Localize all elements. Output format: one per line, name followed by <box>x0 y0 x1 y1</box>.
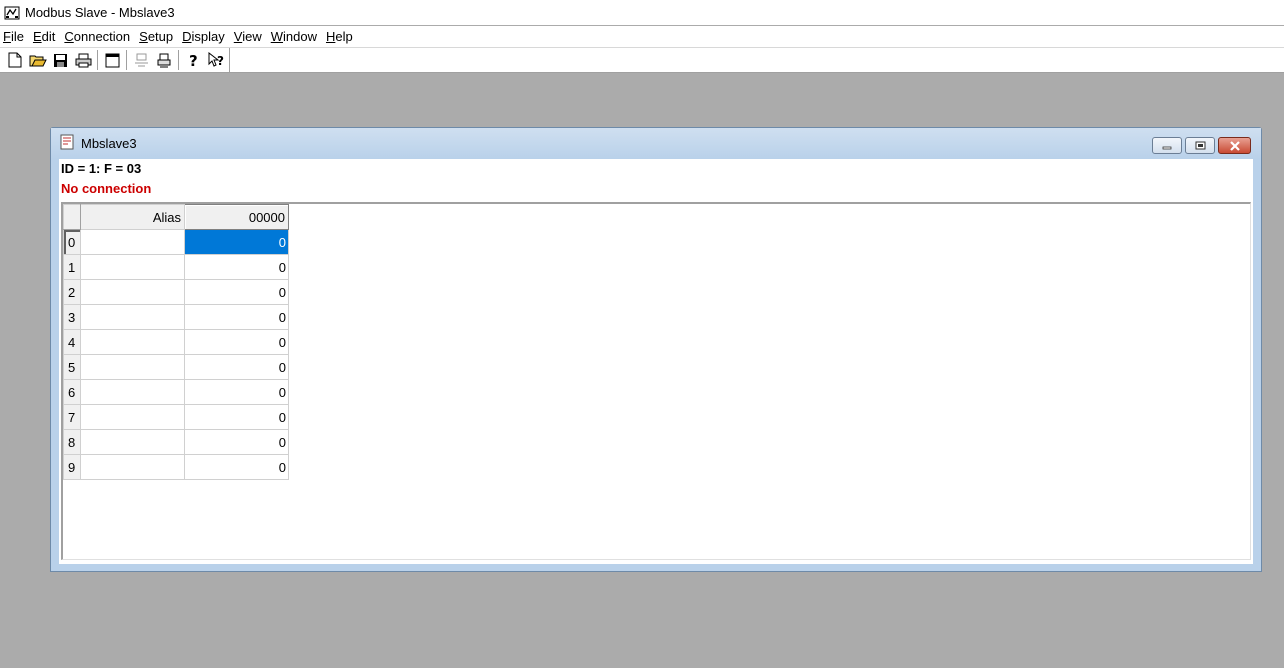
table-row: 1 0 <box>63 254 289 280</box>
toolbar-separator <box>97 50 99 70</box>
table-row: 7 0 <box>63 404 289 430</box>
close-icon <box>1229 140 1240 151</box>
svg-text:?: ? <box>189 52 198 68</box>
alias-cell[interactable] <box>80 254 185 280</box>
window-controls <box>1149 137 1251 154</box>
value-cell[interactable]: 0 <box>184 304 289 330</box>
minimize-icon <box>1162 146 1172 149</box>
row-header[interactable]: 1 <box>63 254 81 280</box>
menubar: File Edit Connection Setup Display View … <box>0 26 1284 48</box>
table-row: 6 0 <box>63 379 289 405</box>
value-cell[interactable]: 0 <box>184 404 289 430</box>
alias-cell[interactable] <box>80 229 185 255</box>
row-header[interactable]: 7 <box>63 404 81 430</box>
open-folder-icon[interactable] <box>26 49 49 71</box>
table-row: 4 0 <box>63 329 289 355</box>
child-window-title: Mbslave3 <box>81 136 137 151</box>
column-header-address[interactable]: 00000 <box>184 204 289 230</box>
context-help-icon[interactable]: ? <box>205 49 228 71</box>
value-cell[interactable]: 0 <box>184 379 289 405</box>
value-cell[interactable]: 0 <box>184 354 289 380</box>
menu-file[interactable]: File <box>0 27 30 47</box>
value-cell[interactable]: 0 <box>184 279 289 305</box>
row-header[interactable]: 6 <box>63 379 81 405</box>
app-titlebar: Modbus Slave - Mbslave3 <box>0 0 1284 25</box>
register-table: Alias 00000 0 0 1 0 2 0 3 0 4 0 5 0 6 0 … <box>63 204 289 480</box>
toolbar: ? ? <box>0 48 1284 73</box>
column-header-alias[interactable]: Alias <box>80 204 185 230</box>
menu-edit[interactable]: Edit <box>30 27 61 47</box>
table-row: 2 0 <box>63 279 289 305</box>
child-window-mbslave3: Mbslave3 ID = 1: F = 03 No connection Al… <box>50 127 1262 572</box>
connection-status: No connection <box>61 181 152 196</box>
alias-cell[interactable] <box>80 379 185 405</box>
print-preview-icon[interactable] <box>153 49 176 71</box>
restore-button[interactable] <box>1185 137 1215 154</box>
alias-cell[interactable] <box>80 329 185 355</box>
menu-help[interactable]: Help <box>323 27 359 47</box>
new-file-icon[interactable] <box>3 49 26 71</box>
table-row: 8 0 <box>63 429 289 455</box>
print-icon[interactable] <box>72 49 95 71</box>
table-row: 3 0 <box>63 304 289 330</box>
value-cell[interactable]: 0 <box>184 229 289 255</box>
menu-connection[interactable]: Connection <box>61 27 136 47</box>
app-title: Modbus Slave - Mbslave3 <box>25 5 175 20</box>
menu-view[interactable]: View <box>231 27 268 47</box>
close-button[interactable] <box>1218 137 1251 154</box>
value-cell[interactable]: 0 <box>184 429 289 455</box>
value-cell[interactable]: 0 <box>184 254 289 280</box>
connect-icon[interactable] <box>130 49 153 71</box>
alias-cell[interactable] <box>80 454 185 480</box>
restore-icon <box>1195 141 1205 150</box>
window-icon[interactable] <box>101 49 124 71</box>
grid-corner[interactable] <box>63 204 81 230</box>
toolbar-end-divider <box>229 48 230 72</box>
register-grid-area: Alias 00000 0 0 1 0 2 0 3 0 4 0 5 0 6 0 … <box>61 202 1251 560</box>
row-header[interactable]: 8 <box>63 429 81 455</box>
toolbar-separator <box>126 50 128 70</box>
modbus-app-icon <box>4 5 20 21</box>
table-row: 9 0 <box>63 454 289 480</box>
document-icon <box>59 134 75 153</box>
row-header[interactable]: 2 <box>63 279 81 305</box>
save-icon[interactable] <box>49 49 72 71</box>
svg-text:?: ? <box>217 54 224 68</box>
table-row: 0 0 <box>63 229 289 255</box>
alias-cell[interactable] <box>80 279 185 305</box>
menu-display[interactable]: Display <box>179 27 231 47</box>
row-header[interactable]: 5 <box>63 354 81 380</box>
row-header[interactable]: 3 <box>63 304 81 330</box>
alias-cell[interactable] <box>80 354 185 380</box>
value-cell[interactable]: 0 <box>184 454 289 480</box>
alias-cell[interactable] <box>80 429 185 455</box>
menu-window[interactable]: Window <box>268 27 323 47</box>
slave-id-function-line: ID = 1: F = 03 <box>61 161 142 176</box>
child-client-area: ID = 1: F = 03 No connection Alias 00000… <box>59 159 1253 564</box>
row-header[interactable]: 4 <box>63 329 81 355</box>
toolbar-separator <box>178 50 180 70</box>
child-titlebar[interactable]: Mbslave3 <box>51 128 1261 159</box>
help-icon[interactable]: ? <box>182 49 205 71</box>
row-header[interactable]: 9 <box>63 454 81 480</box>
alias-cell[interactable] <box>80 304 185 330</box>
value-cell[interactable]: 0 <box>184 329 289 355</box>
row-header[interactable]: 0 <box>63 229 81 255</box>
table-row: 5 0 <box>63 354 289 380</box>
table-header-row: Alias 00000 <box>63 204 289 230</box>
menu-setup[interactable]: Setup <box>136 27 179 47</box>
alias-cell[interactable] <box>80 404 185 430</box>
minimize-button[interactable] <box>1152 137 1182 154</box>
